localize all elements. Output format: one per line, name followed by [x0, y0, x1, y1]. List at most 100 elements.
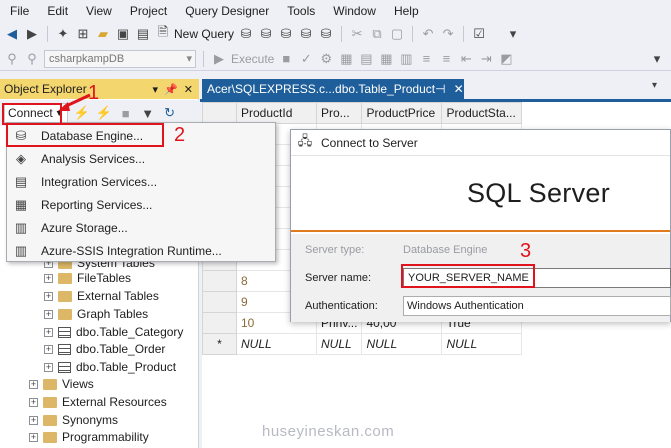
menu-item-azure-ssis[interactable]: ▥ Azure-SSIS Integration Runtime...	[7, 240, 275, 262]
column-header[interactable]: ProductId	[236, 102, 317, 124]
stop-icon[interactable]: ■	[118, 105, 134, 121]
cut-icon[interactable]: ✂	[349, 26, 365, 42]
tree-item[interactable]: + Programmability	[29, 428, 149, 446]
pin-icon[interactable]: 📌	[164, 83, 178, 96]
menu-item-reporting-services[interactable]: ▦ Reporting Services...	[7, 194, 275, 216]
expand-icon[interactable]: +	[44, 309, 53, 319]
expand-icon[interactable]: +	[44, 291, 53, 301]
mdx-query-icon[interactable]: ⛁	[258, 26, 274, 42]
expand-icon[interactable]: +	[44, 362, 53, 372]
dmx-query-icon[interactable]: ⛁	[278, 26, 294, 42]
expand-icon[interactable]: +	[44, 327, 53, 337]
cell[interactable]: NULL	[315, 333, 363, 355]
menu-project[interactable]: Project	[121, 0, 176, 22]
row-selector[interactable]	[202, 270, 237, 292]
outdent-icon[interactable]: ⇤	[458, 51, 474, 67]
expand-icon[interactable]: +	[29, 432, 38, 442]
open-folder-icon[interactable]: ▰	[95, 26, 111, 42]
comment-icon[interactable]: ≡	[418, 51, 434, 67]
paste-icon[interactable]: ▢	[389, 26, 405, 42]
expand-icon[interactable]: +	[44, 344, 53, 354]
parse-icon[interactable]: ✓	[298, 51, 314, 67]
dialog-brand-banner: SQL Server	[291, 156, 670, 232]
menu-tools[interactable]: Tools	[278, 0, 324, 22]
xmla-query-icon[interactable]: ⛁	[298, 26, 314, 42]
tree-item[interactable]: + dbo.Table_Category	[44, 323, 183, 341]
tree-item[interactable]: + Graph Tables	[44, 305, 148, 323]
document-tab[interactable]: Acer\SQLEXPRESS.c...dbo.Table_Product ⊣ …	[202, 79, 464, 99]
new-project-icon[interactable]: ✦	[55, 26, 71, 42]
results-text-icon[interactable]: ▤	[358, 51, 374, 67]
new-query-button[interactable]: 🗎 New Query	[155, 24, 234, 42]
disconnect-icon[interactable]: ⚲	[24, 51, 40, 67]
undo-icon[interactable]: ↶	[420, 26, 436, 42]
add-item-icon[interactable]: ⊞	[75, 26, 91, 42]
authentication-select[interactable]: Windows Authentication	[403, 296, 671, 316]
available-databases-select[interactable]: csharpkampDB	[44, 49, 196, 68]
uncomment-icon[interactable]: ≡	[438, 51, 454, 67]
execute-button[interactable]: Execute	[231, 52, 274, 66]
refresh-icon[interactable]: ↻	[162, 105, 178, 121]
tree-item[interactable]: + Views	[29, 375, 94, 393]
menu-edit[interactable]: Edit	[38, 0, 77, 22]
results-grid-icon[interactable]: ▦	[378, 51, 394, 67]
tree-item[interactable]: + dbo.Table_Product	[44, 358, 176, 376]
copy-icon[interactable]: ⧉	[369, 26, 385, 42]
menu-item-azure-storage[interactable]: ▥ Azure Storage...	[7, 217, 275, 239]
expand-icon[interactable]: +	[44, 273, 53, 283]
expand-icon[interactable]: +	[29, 415, 38, 425]
table-row[interactable]: * NULL NULL NULL NULL	[202, 333, 523, 355]
menu-file[interactable]: File	[0, 0, 38, 22]
folder-icon	[58, 272, 72, 284]
redo-icon[interactable]: ↷	[440, 26, 456, 42]
row-selector[interactable]	[202, 312, 237, 334]
connect-query-icon[interactable]: ⚲	[4, 51, 20, 67]
pin-icon[interactable]: ⊣	[435, 82, 453, 96]
cell[interactable]: NULL	[236, 333, 317, 355]
column-header[interactable]: ProductPrice	[361, 102, 443, 124]
tree-item[interactable]: + Synonyms	[29, 411, 118, 429]
toolbar-options-icon[interactable]: ▾	[505, 26, 521, 42]
window-position-icon[interactable]: ▾	[153, 83, 159, 96]
save-all-icon[interactable]: ▤	[135, 26, 151, 42]
indent-icon[interactable]: ⇥	[478, 51, 494, 67]
row-selector[interactable]	[202, 291, 237, 313]
cell[interactable]: NULL	[441, 333, 523, 355]
disconnect-plug-icon[interactable]: ⚡	[96, 105, 112, 121]
filter-icon[interactable]: ▼	[140, 105, 156, 121]
new-row-marker[interactable]: *	[202, 333, 237, 355]
menu-view[interactable]: View	[77, 0, 121, 22]
tree-item[interactable]: + FileTables	[44, 269, 131, 287]
display-plan-icon[interactable]: ⚙	[318, 51, 334, 67]
column-header[interactable]: Pro...	[315, 102, 363, 124]
menu-item-integration-services[interactable]: ▤ Integration Services...	[7, 171, 275, 193]
database-query-icon[interactable]: ⛁	[238, 26, 254, 42]
menu-window[interactable]: Window	[324, 0, 385, 22]
save-icon[interactable]: ▣	[115, 26, 131, 42]
close-icon[interactable]: ✕	[184, 83, 193, 96]
specify-values-icon[interactable]: ◩	[498, 51, 514, 67]
forward-icon[interactable]: ▶	[24, 26, 40, 42]
menu-item-analysis-services[interactable]: ◈ Analysis Services...	[7, 148, 275, 170]
tree-item[interactable]: + External Tables	[44, 287, 159, 305]
column-header[interactable]: ProductSta...	[441, 102, 523, 124]
expand-icon[interactable]: +	[29, 397, 38, 407]
menu-help[interactable]: Help	[385, 0, 428, 22]
tree-item[interactable]: + dbo.Table_Order	[44, 340, 165, 358]
server-type-value[interactable]: Database Engine	[403, 244, 487, 256]
execute-icon[interactable]: ▶	[211, 51, 227, 67]
tree-item[interactable]: + External Resources	[29, 393, 167, 411]
results-file-icon[interactable]: ▥	[398, 51, 414, 67]
stop-icon[interactable]: ■	[278, 51, 294, 67]
row-selector-header[interactable]	[202, 102, 237, 124]
close-tab-icon[interactable]: ✕	[454, 82, 470, 96]
toolbar-options-icon[interactable]: ▾	[649, 51, 665, 67]
query-options-icon[interactable]: ▦	[338, 51, 354, 67]
cell[interactable]: NULL	[361, 333, 443, 355]
back-icon[interactable]: ◀	[4, 26, 20, 42]
menu-query-designer[interactable]: Query Designer	[176, 0, 278, 22]
dax-query-icon[interactable]: ⛁	[318, 26, 334, 42]
expand-icon[interactable]: +	[29, 379, 38, 389]
tab-list-dropdown-icon[interactable]: ▾	[652, 80, 666, 98]
activity-monitor-icon[interactable]: ☑	[471, 26, 487, 42]
